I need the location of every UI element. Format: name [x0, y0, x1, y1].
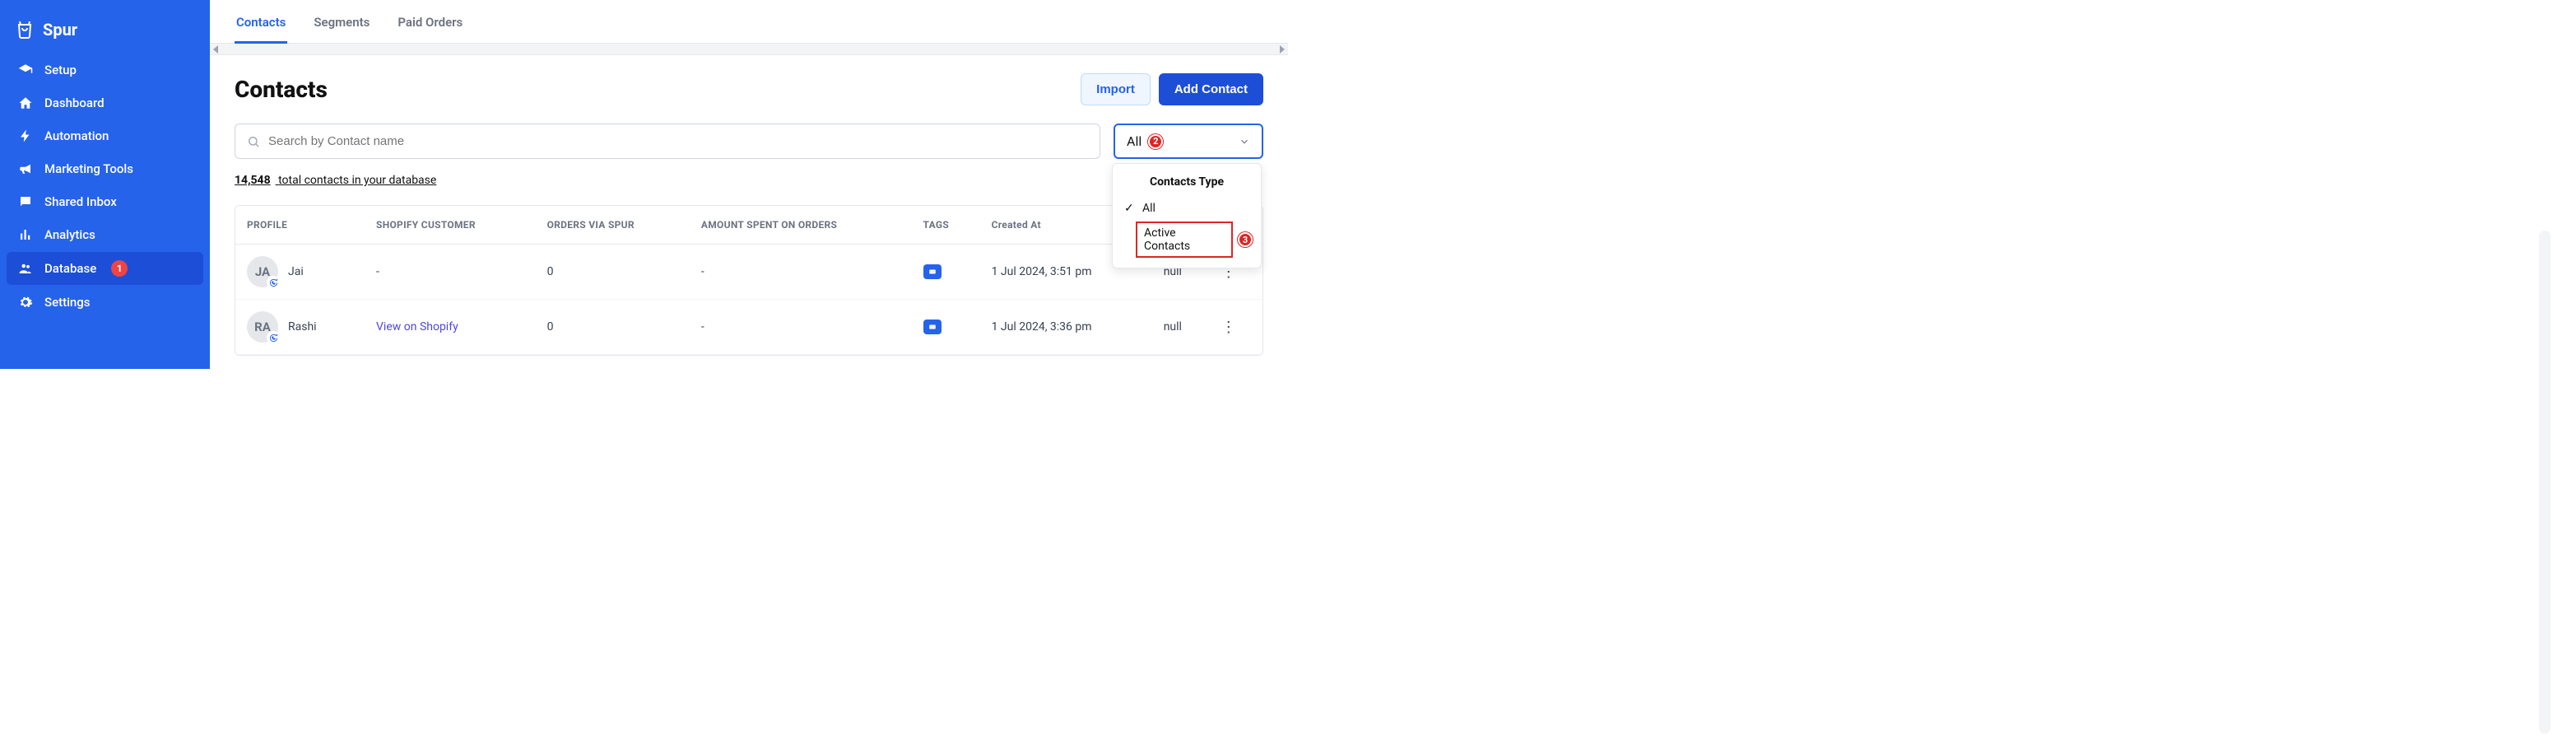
lightning-icon [18, 128, 33, 143]
annotation-badge-3: 3 [1238, 232, 1253, 247]
search-input[interactable] [268, 134, 1088, 148]
horizontal-scrollbar[interactable] [210, 44, 1288, 55]
dropdown-header: Contacts Type [1113, 172, 1261, 197]
page-title: Contacts [235, 76, 328, 103]
brand[interactable]: Spur [7, 10, 203, 54]
tag-chip[interactable] [923, 264, 942, 279]
dropdown-item-label: All [1142, 202, 1155, 215]
contacts-type-dropdown: Contacts Type ✓ All Active Contacts 3 [1112, 163, 1262, 268]
avatar: JA [247, 256, 278, 287]
avatar: RA [247, 311, 278, 343]
sidebar-item-label: Dashboard [44, 96, 105, 110]
contact-name: Rashi [288, 320, 317, 334]
sidebar-item-inbox[interactable]: Shared Inbox [7, 186, 203, 217]
sidebar-item-label: Marketing Tools [44, 161, 133, 176]
search-icon [247, 135, 260, 148]
whatsapp-icon [267, 331, 280, 344]
contacts-count-text: total contacts in your database [278, 174, 436, 187]
tab-contacts[interactable]: Contacts [235, 15, 287, 44]
tab-paid-orders[interactable]: Paid Orders [396, 15, 464, 43]
brand-name: Spur [43, 20, 77, 40]
col-shopify: SHOPIFY CUSTOMER [365, 206, 536, 245]
tabs: Contacts Segments Paid Orders [210, 0, 1288, 44]
search-box[interactable] [235, 124, 1100, 159]
sidebar-item-label: Settings [44, 295, 91, 310]
sidebar-item-database[interactable]: Database 1 [7, 252, 203, 285]
sidebar-item-label: Automation [44, 128, 109, 143]
nav: Setup Dashboard Automation Marketing Too… [7, 54, 203, 318]
dropdown-item-active-contacts[interactable]: Active Contacts [1136, 222, 1233, 258]
graduation-cap-icon [18, 63, 33, 77]
col-orders: ORDERS VIA SPUR [536, 206, 690, 245]
sidebar-item-label: Database [44, 261, 96, 276]
table-row[interactable]: JA Jai - 0 - 1 Jul 2024, 3:51 pm null ⋮ [235, 245, 1262, 300]
contacts-count-line[interactable]: 14,548 total contacts in your database [235, 174, 1263, 187]
col-tags: TAGS [912, 206, 980, 245]
megaphone-icon [18, 161, 33, 176]
row-menu-button[interactable]: ⋮ [1221, 319, 1236, 336]
users-icon [18, 261, 33, 276]
contact-name: Jai [288, 265, 304, 278]
gear-icon [18, 295, 33, 310]
tab-segments[interactable]: Segments [312, 15, 371, 43]
sidebar-item-settings[interactable]: Settings [7, 287, 203, 318]
orders-value: 0 [536, 245, 690, 300]
whatsapp-icon [267, 276, 280, 289]
tag-chip[interactable] [923, 320, 942, 334]
add-contact-button[interactable]: Add Contact [1159, 73, 1263, 105]
orders-value: 0 [536, 300, 690, 355]
main: Contacts Segments Paid Orders Contacts I… [210, 0, 1288, 369]
amount-value: - [690, 300, 912, 355]
dropdown-item-all[interactable]: ✓ All [1113, 197, 1261, 220]
created-value: 1 Jul 2024, 3:36 pm [980, 300, 1152, 355]
chevron-down-icon [1239, 136, 1250, 147]
shopify-value: - [376, 265, 379, 278]
content: Contacts Import Add Contact All 2 [210, 55, 1288, 369]
amount-value: - [690, 245, 912, 300]
contacts-table: PROFILE SHOPIFY CUSTOMER ORDERS VIA SPUR… [235, 205, 1263, 356]
contacts-count: 14,548 [235, 174, 271, 187]
home-icon [18, 96, 33, 110]
shopify-link[interactable]: View on Shopify [376, 320, 458, 334]
import-button[interactable]: Import [1081, 73, 1151, 105]
sidebar: Spur Setup Dashboard Automation Marketin… [0, 0, 210, 369]
filter-value: All [1127, 133, 1142, 149]
sidebar-item-setup[interactable]: Setup [7, 54, 203, 86]
sidebar-item-analytics[interactable]: Analytics [7, 219, 203, 250]
sidebar-item-marketing[interactable]: Marketing Tools [7, 153, 203, 184]
bar-chart-icon [18, 227, 33, 242]
table-row[interactable]: RA Rashi View on Shopify 0 - 1 Jul 2024,… [235, 300, 1262, 355]
brand-logo-icon [15, 20, 35, 40]
sidebar-item-label: Analytics [44, 227, 95, 242]
sidebar-item-automation[interactable]: Automation [7, 120, 203, 152]
sidebar-item-label: Shared Inbox [44, 194, 117, 209]
annotation-badge-2: 2 [1148, 134, 1163, 149]
check-icon: ✓ [1124, 202, 1136, 215]
extra-value: null [1152, 300, 1210, 355]
col-amount: AMOUNT SPENT ON ORDERS [690, 206, 912, 245]
col-profile: PROFILE [235, 206, 365, 245]
chat-icon [18, 194, 33, 209]
sidebar-badge: 1 [111, 260, 128, 277]
sidebar-item-label: Setup [44, 63, 77, 77]
sidebar-item-dashboard[interactable]: Dashboard [7, 87, 203, 119]
contacts-type-filter[interactable]: All 2 Contacts Type ✓ All Active Contact… [1114, 124, 1263, 159]
